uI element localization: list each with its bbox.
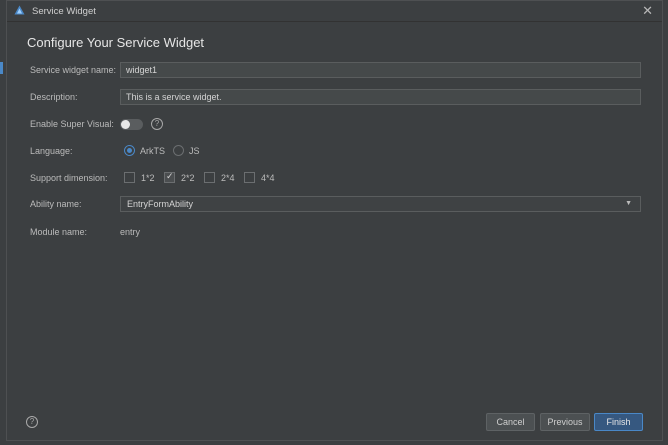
check-icon: ✓ bbox=[166, 171, 174, 181]
previous-button[interactable]: Previous bbox=[540, 413, 590, 431]
super-visual-row: Enable Super Visual: ? bbox=[30, 116, 650, 134]
super-visual-toggle[interactable] bbox=[120, 119, 143, 130]
footer-help-icon[interactable]: ? bbox=[26, 416, 38, 428]
dimension-2x4-label: 2*4 bbox=[221, 173, 235, 183]
widget-name-label: Service widget name: bbox=[30, 65, 117, 75]
language-row: Language: ArkTS JS bbox=[30, 143, 650, 161]
ide-left-marker bbox=[0, 62, 3, 74]
super-visual-label: Enable Super Visual: bbox=[30, 119, 114, 129]
dimension-1x2-label: 1*2 bbox=[141, 173, 155, 183]
dropdown-arrow-icon: ▼ bbox=[625, 200, 632, 207]
ability-name-label: Ability name: bbox=[30, 199, 82, 209]
dimension-2x2-checkbox[interactable]: ✓ bbox=[164, 171, 175, 183]
description-row: Description: bbox=[30, 89, 650, 107]
ide-right-strip bbox=[663, 0, 668, 445]
dimension-2x4-checkbox[interactable] bbox=[204, 172, 215, 183]
close-icon[interactable]: ✕ bbox=[642, 3, 653, 19]
widget-name-input[interactable] bbox=[120, 62, 641, 78]
description-input[interactable] bbox=[120, 89, 641, 105]
help-icon[interactable]: ? bbox=[151, 118, 163, 130]
ability-name-row: Ability name: EntryFormAbility ▼ bbox=[30, 196, 650, 214]
ability-name-value: EntryFormAbility bbox=[127, 199, 194, 209]
page-title: Configure Your Service Widget bbox=[27, 35, 205, 50]
finish-button[interactable]: Finish bbox=[594, 413, 643, 431]
ability-name-select[interactable]: EntryFormAbility ▼ bbox=[120, 196, 641, 212]
description-label: Description: bbox=[30, 92, 78, 102]
module-name-value: entry bbox=[120, 227, 141, 237]
widget-name-row: Service widget name: bbox=[30, 62, 650, 80]
dialog-titlebar: Service Widget ✕ bbox=[7, 1, 662, 22]
dimension-2x2-label: 2*2 bbox=[181, 173, 195, 183]
language-js-radio[interactable] bbox=[173, 145, 184, 156]
dialog-title: Service Widget bbox=[32, 6, 96, 17]
dimension-4x4-checkbox[interactable] bbox=[244, 172, 255, 183]
language-arkts-label: ArkTS bbox=[140, 146, 166, 156]
cancel-button[interactable]: Cancel bbox=[486, 413, 535, 431]
toggle-knob bbox=[121, 120, 130, 129]
language-js-label: JS bbox=[189, 146, 200, 156]
ide-bottom-strip bbox=[0, 441, 668, 445]
harmony-logo-icon bbox=[14, 5, 25, 15]
language-arkts-radio[interactable] bbox=[124, 145, 135, 156]
support-dimension-row: Support dimension: 1*2 ✓ 2*2 2*4 4*4 bbox=[30, 170, 650, 188]
language-label: Language: bbox=[30, 146, 73, 156]
dimension-1x2-checkbox[interactable] bbox=[124, 172, 135, 183]
module-name-label: Module name: bbox=[30, 227, 88, 237]
dimension-4x4-label: 4*4 bbox=[261, 173, 275, 183]
service-widget-dialog: Service Widget ✕ Configure Your Service … bbox=[6, 0, 663, 441]
support-dimension-label: Support dimension: bbox=[30, 173, 108, 183]
module-name-row: Module name: entry bbox=[30, 224, 650, 242]
